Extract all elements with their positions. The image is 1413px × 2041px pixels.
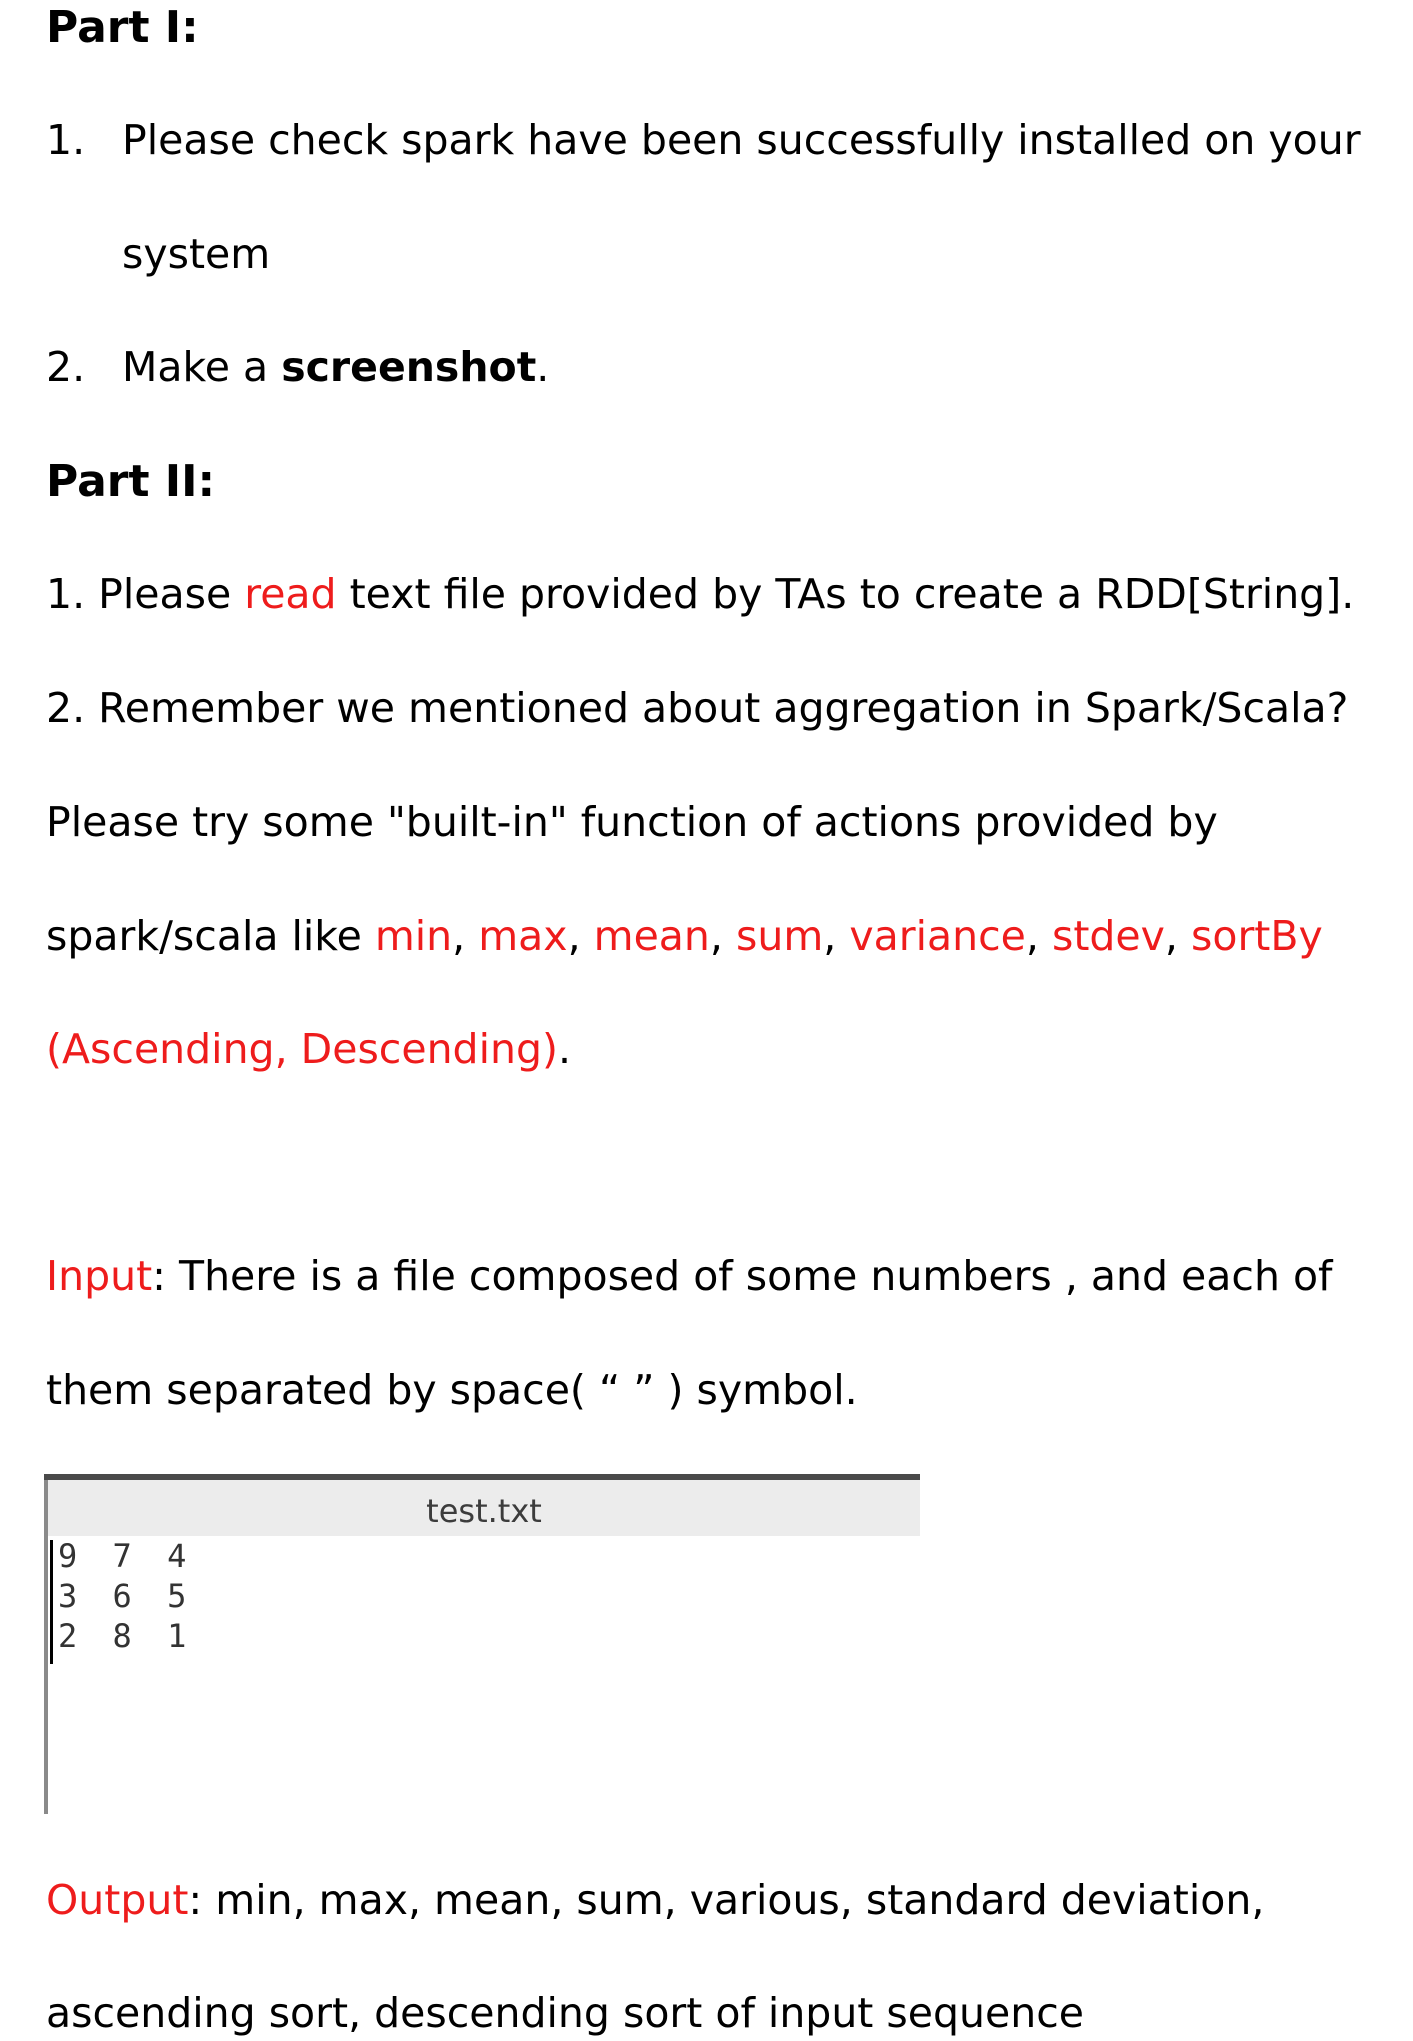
- part1-item2-text: Make a screenshot.: [122, 339, 549, 395]
- part2-item2-line2: Please try some "built-in" function of a…: [46, 798, 1218, 846]
- part1-item2-text-before: Make a: [122, 343, 282, 391]
- part2-item2-line4-suffix: .: [557, 1025, 572, 1073]
- part2-item1-suffix: text file provided by TAs to create a RD…: [336, 570, 1355, 618]
- function-sortby: sortBy: [1191, 912, 1323, 960]
- editor-content-area[interactable]: 9 7 4 3 6 5 2 8 1: [48, 1536, 920, 1814]
- part1-item2-number: 2.: [46, 343, 86, 391]
- part2-item1-read-highlight: read: [244, 570, 337, 618]
- part2-item1-prefix: 1. Please: [46, 570, 245, 618]
- input-line1: Input: There is a file composed of some …: [46, 1248, 1332, 1304]
- editor-line-1: 9 7 4: [58, 1537, 195, 1575]
- output-line2: ascending sort, descending sort of input…: [46, 1989, 1084, 2037]
- editor-title-bar: test.txt: [48, 1480, 920, 1536]
- output-line1: Output: min, max, mean, sum, various, st…: [46, 1872, 1264, 1928]
- editor-line-3: 2 8 1: [58, 1617, 195, 1655]
- editor-line-2: 3 6 5: [58, 1577, 195, 1615]
- function-min: min: [374, 912, 453, 960]
- input-label: Input: [46, 1252, 153, 1300]
- part2-heading: Part II:: [46, 456, 216, 507]
- part1-heading: Part I:: [46, 2, 199, 53]
- function-variance: variance: [849, 912, 1026, 960]
- input-line2: them separated by space( “ ” ) symbol.: [46, 1366, 858, 1414]
- text-editor-screenshot: test.txt 9 7 4 3 6 5 2 8 1: [44, 1474, 920, 1814]
- part2-item2-line3: spark/scala like min, max, mean, sum, va…: [46, 912, 1323, 960]
- input-line1-rest: : There is a file composed of some numbe…: [152, 1252, 1333, 1300]
- function-max: max: [478, 912, 568, 960]
- part2-item2-line1: 2. Remember we mentioned about aggregati…: [46, 684, 1349, 732]
- part1-item1-text-line2: system: [122, 230, 271, 278]
- editor-text-cursor: [50, 1540, 53, 1664]
- part1-item1-text-line1: Please check spark have been successfull…: [122, 116, 1361, 164]
- part1-item1-number: 1.: [46, 116, 86, 164]
- sort-order-highlight: (Ascending, Descending): [46, 1025, 558, 1073]
- output-line1-rest: : min, max, mean, sum, various, standard…: [188, 1876, 1265, 1924]
- function-mean: mean: [593, 912, 710, 960]
- part2-item2-line4: (Ascending, Descending).: [46, 1021, 571, 1077]
- part1-item2-screenshot-bold: screenshot: [281, 343, 537, 391]
- function-stdev: stdev: [1051, 912, 1165, 960]
- function-sum: sum: [736, 912, 824, 960]
- editor-file-title: test.txt: [426, 1492, 542, 1530]
- part2-item1: 1. Please read text file provided by TAs…: [46, 566, 1354, 622]
- part2-item2-line3-prefix: spark/scala like: [46, 912, 375, 960]
- part1-item2-text-after: .: [536, 343, 550, 391]
- output-label: Output: [46, 1876, 189, 1924]
